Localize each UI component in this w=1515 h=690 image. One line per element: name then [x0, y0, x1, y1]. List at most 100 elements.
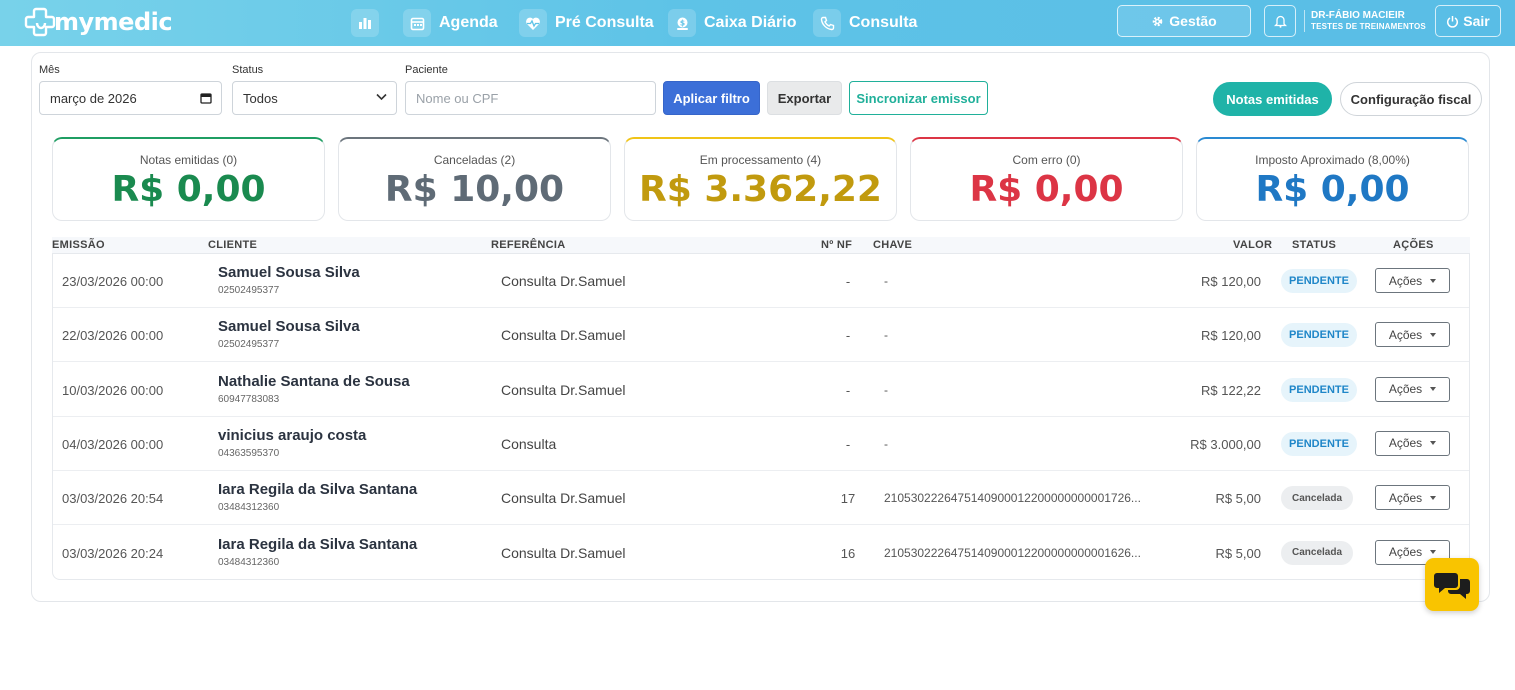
brand-name: mymedic	[54, 8, 173, 36]
table-row: 22/03/2026 00:00 Samuel Sousa Silva 025024…	[53, 308, 1469, 363]
notas-emitidas-tab[interactable]: Notas emitidas	[1213, 82, 1332, 116]
status-badge: PENDENTE	[1281, 269, 1357, 293]
actions-dropdown-button[interactable]: Ações	[1375, 376, 1450, 402]
amount: R$ 5,00	[1215, 545, 1261, 561]
client-name: Nathalie Santana de Sousa	[218, 372, 410, 390]
emission-date: 22/03/2026 00:00	[62, 328, 164, 344]
actions-dropdown-button[interactable]: Ações	[1375, 485, 1450, 511]
stat-card-emitidas: Notas emitidas (0) R$ 0,00	[52, 137, 325, 221]
bar-chart-icon	[351, 9, 379, 37]
paciente-label: Paciente	[405, 64, 448, 76]
apply-filter-button[interactable]: Aplicar filtro	[663, 81, 760, 115]
notifications-button[interactable]	[1264, 5, 1296, 37]
nav-pre-consulta[interactable]: Pré Consulta	[519, 7, 654, 39]
actions-dropdown-button[interactable]: Ações	[1375, 430, 1450, 456]
chevron-down-icon	[376, 93, 387, 101]
client-name: Samuel Sousa Silva	[218, 264, 360, 281]
calendar-icon[interactable]	[200, 92, 212, 104]
user-subtitle: TESTES DE TREINAMENTOS	[1311, 22, 1426, 31]
reference: Consulta Dr.Samuel	[501, 381, 626, 398]
patient-search-input[interactable]: Nome ou CPF	[405, 81, 656, 115]
nav-label: Agenda	[439, 14, 498, 31]
actions-label: Ações	[1388, 273, 1423, 288]
nf-number: -	[845, 274, 851, 289]
client-name: Iara Regila da Silva Santana	[218, 535, 418, 553]
patient-search-placeholder: Nome ou CPF	[416, 90, 499, 106]
chat-button[interactable]	[1425, 558, 1479, 611]
actions-label: Ações	[1388, 545, 1423, 559]
brand-logo[interactable]: mymedic	[24, 6, 173, 38]
nav-label: Consulta	[849, 14, 918, 31]
month-value: março de 2026	[50, 90, 137, 106]
table-row: 10/03/2026 00:00 Nathalie Santana de Sous…	[53, 363, 1469, 417]
nav-agenda[interactable]: Agenda	[403, 7, 498, 39]
reference: Consulta Dr.Samuel	[501, 273, 626, 289]
stat-label: Notas emitidas (0)	[139, 153, 238, 167]
status-select[interactable]: Todos	[232, 81, 397, 115]
actions-dropdown-button[interactable]: Ações	[1375, 268, 1450, 293]
caret-down-icon	[1430, 387, 1437, 392]
gestao-button[interactable]: Gestão	[1117, 5, 1251, 37]
table-row: 03/03/2026 20:24 Iara Regila da Silva San…	[53, 526, 1469, 580]
caret-down-icon	[1430, 495, 1437, 500]
top-navbar: mymedic Agenda Pré Consulta $ Caixa Diár…	[0, 0, 1515, 46]
caret-down-icon	[1430, 278, 1437, 283]
client-cpf: 02502495377	[218, 339, 280, 351]
emission-date: 03/03/2026 20:54	[62, 491, 164, 507]
access-key: -	[884, 382, 888, 397]
nf-number: -	[845, 328, 851, 344]
month-input[interactable]: março de 2026	[39, 81, 222, 115]
logout-button[interactable]: Sair	[1435, 5, 1501, 37]
access-key: 2105302226475140900012200000000001726...	[884, 491, 1141, 506]
invoices-table-body: 23/03/2026 00:00 Samuel Sousa Silva 025024…	[52, 254, 1470, 580]
client-cpf: 03484312360	[218, 556, 280, 568]
stat-card-imposto: Imposto Aproximado (8,00%) R$ 0,00	[1196, 137, 1469, 221]
stat-card-processamento: Em processamento (4) R$ 3.362,22	[624, 137, 897, 221]
money-icon: $	[668, 9, 696, 37]
client-name: Iara Regila da Silva Santana	[218, 481, 418, 499]
actions-label: Ações	[1388, 490, 1423, 505]
status-badge: Cancelada	[1281, 540, 1353, 565]
stat-card-erro: Com erro (0) R$ 0,00	[910, 137, 1183, 221]
access-key: -	[884, 436, 888, 451]
reference: Consulta	[501, 435, 557, 452]
client-cpf: 60947783083	[218, 393, 280, 405]
status-badge: PENDENTE	[1281, 431, 1357, 456]
col-nf: Nº NF	[821, 239, 853, 251]
actions-label: Ações	[1388, 436, 1423, 451]
caret-down-icon	[1430, 550, 1437, 554]
sync-emitter-button[interactable]: Sincronizar emissor	[849, 81, 988, 115]
reference: Consulta Dr.Samuel	[501, 327, 626, 344]
nf-number: -	[845, 382, 851, 398]
status-select-value: Todos	[243, 90, 278, 106]
stat-label: Imposto Aproximado (8,00%)	[1255, 153, 1410, 167]
col-referencia: REFERÊNCIA	[491, 239, 566, 251]
actions-dropdown-button[interactable]: Ações	[1375, 322, 1450, 348]
client-cpf: 04363595370	[218, 447, 280, 459]
emission-date: 03/03/2026 20:24	[62, 545, 164, 561]
fiscal-config-tab[interactable]: Configuração fiscal	[1340, 82, 1482, 116]
mes-label: Mês	[39, 64, 60, 76]
amount: R$ 3.000,00	[1190, 436, 1261, 452]
amount: R$ 120,00	[1201, 274, 1261, 289]
emission-date: 04/03/2026 00:00	[62, 436, 164, 452]
stat-label: Canceladas (2)	[433, 153, 516, 167]
caret-down-icon	[1430, 441, 1437, 446]
stat-card-canceladas: Canceladas (2) R$ 10,00	[338, 137, 611, 221]
col-status: STATUS	[1292, 239, 1337, 251]
stat-label: Com erro (0)	[1012, 153, 1081, 167]
nav-consulta[interactable]: Consulta	[813, 7, 917, 39]
nf-number: 17	[840, 491, 856, 507]
reference: Consulta Dr.Samuel	[501, 544, 626, 561]
table-row: 23/03/2026 00:00 Samuel Sousa Silva 025024…	[53, 254, 1469, 308]
col-emissao: EMISSÃO	[52, 239, 105, 251]
nav-dashboard[interactable]	[351, 7, 379, 39]
heart-pulse-icon	[519, 9, 547, 37]
nav-caixa-diario[interactable]: $ Caixa Diário	[668, 7, 796, 39]
export-button[interactable]: Exportar	[767, 81, 842, 115]
stat-value: R$ 0,00	[969, 169, 1124, 210]
table-row: 03/03/2026 20:54 Iara Regila da Silva San…	[53, 471, 1469, 526]
reference: Consulta Dr.Samuel	[501, 490, 626, 507]
power-icon	[1446, 15, 1459, 28]
col-valor: VALOR	[1233, 239, 1273, 251]
